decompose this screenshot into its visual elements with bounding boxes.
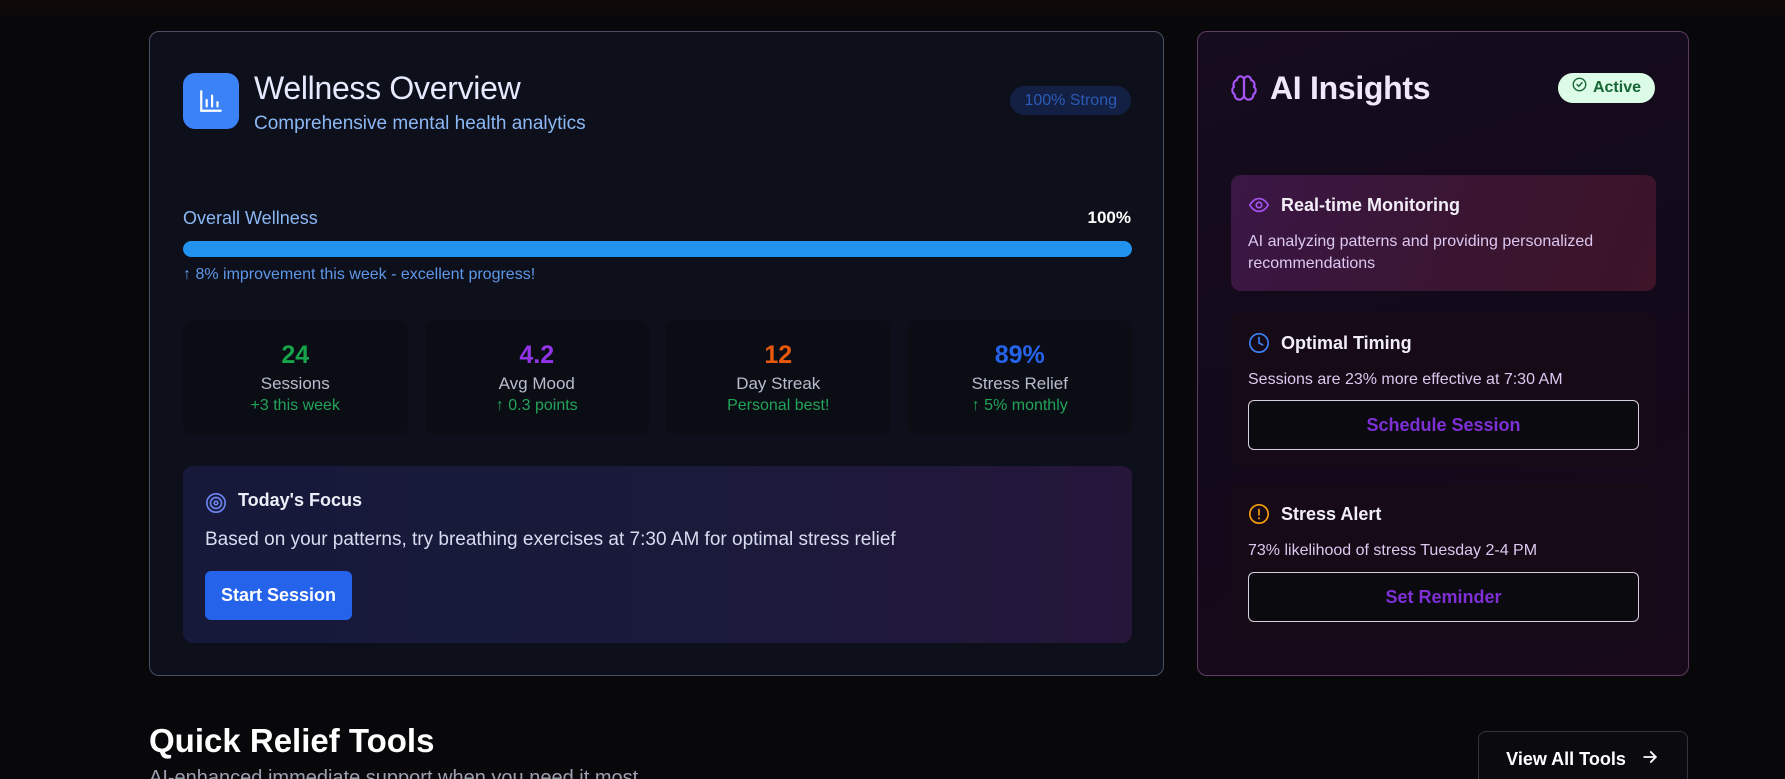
stat-card-sessions: 24 Sessions +3 this week (183, 320, 408, 435)
stat-label: Avg Mood (498, 374, 575, 393)
insight-optimal-timing: Optimal Timing Sessions are 23% more eff… (1231, 313, 1656, 467)
quick-relief-subtitle: AI-enhanced immediate support when you n… (149, 767, 639, 779)
stat-label: Day Streak (736, 374, 821, 393)
improvement-text: ↑ 8% improvement this week - excellent p… (183, 266, 536, 283)
start-session-button[interactable]: Start Session (205, 571, 353, 620)
progress-fill (183, 241, 1132, 257)
stat-label: Stress Relief (971, 374, 1068, 393)
stat-card-day-streak: 12 Day Streak Personal best! (666, 320, 891, 435)
arrow-right-icon (1640, 747, 1660, 772)
todays-focus-panel: Today's Focus Based on your patterns, tr… (183, 466, 1132, 643)
stat-value: 24 (281, 341, 310, 369)
stat-card-stress-relief: 89% Stress Relief ↑ 5% monthly (907, 320, 1132, 435)
target-icon (205, 492, 227, 519)
insight-text: Sessions are 23% more effective at 7:30 … (1248, 371, 1563, 388)
active-status-badge: Active (1557, 73, 1655, 103)
set-reminder-button[interactable]: Set Reminder (1248, 572, 1639, 622)
stat-change: ↑ 5% monthly (971, 397, 1068, 414)
top-background (0, 0, 1785, 20)
focus-text: Based on your patterns, try breathing ex… (205, 529, 896, 550)
active-status-label: Active (1592, 79, 1641, 96)
overall-wellness-value: 100% (1087, 208, 1131, 227)
brain-icon (1230, 74, 1258, 107)
ai-insights-card: AI Insights Active Real-time Monitoring … (1197, 31, 1689, 676)
stat-value: 4.2 (519, 341, 555, 369)
ai-insights-title: AI Insights (1270, 70, 1431, 106)
insight-title: Optimal Timing (1281, 333, 1412, 353)
insight-stress-alert: Stress Alert 73% likelihood of stress Tu… (1231, 484, 1656, 638)
strength-badge: 100% Strong (1010, 86, 1131, 115)
wellness-overview-card: Wellness Overview Comprehensive mental h… (149, 31, 1164, 676)
insight-realtime-monitoring: Real-time Monitoring AI analyzing patter… (1231, 175, 1656, 291)
stat-change: ↑ 0.3 points (495, 397, 578, 414)
stat-value: 12 (764, 341, 793, 369)
bar-chart-icon (183, 73, 239, 129)
insight-title: Real-time Monitoring (1281, 195, 1460, 215)
stat-change: Personal best! (727, 397, 830, 414)
view-all-tools-button[interactable]: View All Tools (1478, 731, 1688, 779)
schedule-session-button[interactable]: Schedule Session (1248, 400, 1639, 450)
overall-wellness-label: Overall Wellness (183, 208, 318, 228)
check-circle-icon (1572, 73, 1587, 103)
insight-text: 73% likelihood of stress Tuesday 2-4 PM (1248, 542, 1538, 559)
stat-label: Sessions (260, 374, 330, 393)
wellness-subtitle: Comprehensive mental health analytics (254, 113, 586, 134)
insight-text: AI analyzing patterns and providing pers… (1248, 233, 1594, 272)
stat-card-avg-mood: 4.2 Avg Mood ↑ 0.3 points (424, 320, 649, 435)
stat-value: 89% (994, 341, 1045, 369)
wellness-title: Wellness Overview (254, 70, 521, 106)
focus-title: Today's Focus (238, 490, 362, 510)
stats-grid: 24 Sessions +3 this week 4.2 Avg Mood ↑ … (183, 320, 1132, 435)
overall-wellness-progress (183, 241, 1132, 257)
alert-circle-icon (1248, 503, 1270, 530)
insight-title: Stress Alert (1281, 504, 1382, 524)
eye-icon (1248, 194, 1270, 221)
quick-relief-title: Quick Relief Tools (149, 722, 435, 759)
stat-change: +3 this week (250, 397, 340, 414)
clock-icon (1248, 332, 1270, 359)
view-all-tools-label: View All Tools (1506, 748, 1626, 769)
